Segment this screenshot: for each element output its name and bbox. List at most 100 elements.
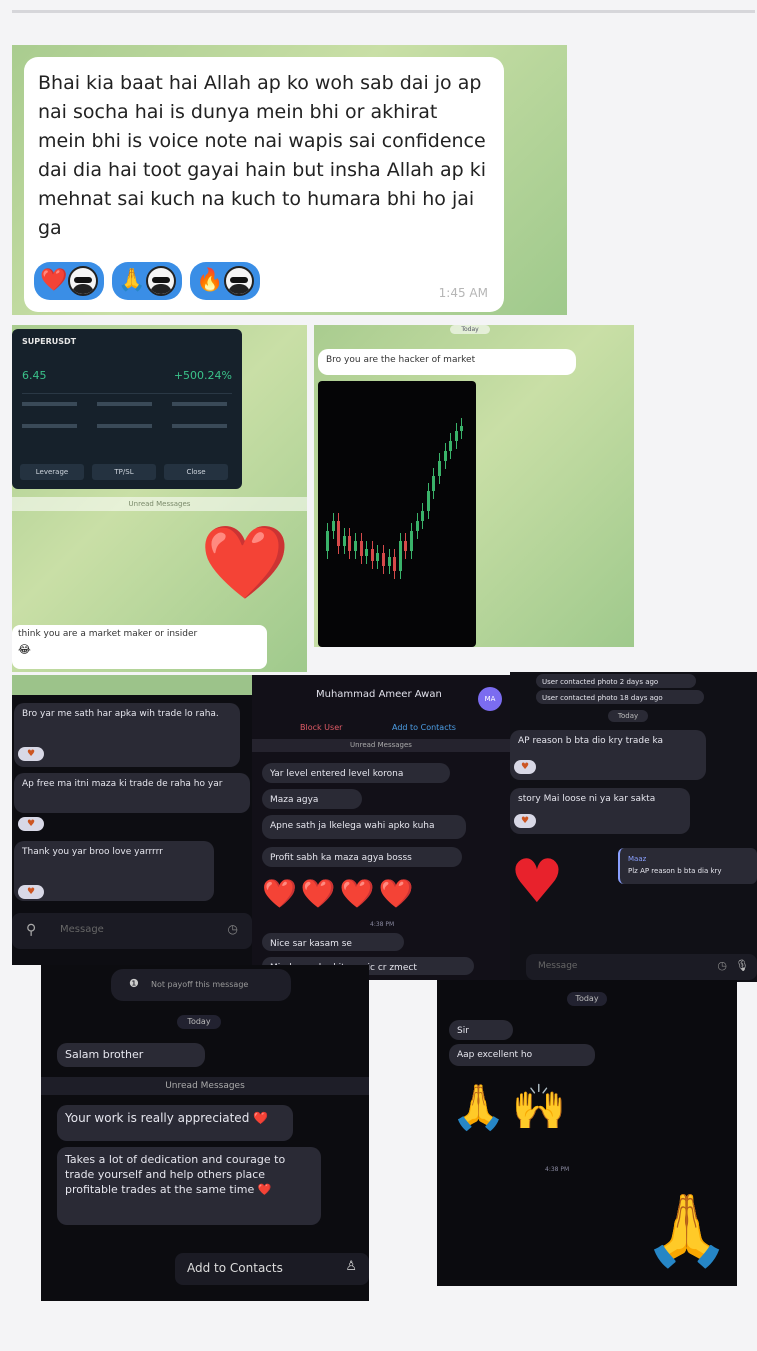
sir-bubble[interactable]: Sir (449, 1020, 513, 1040)
clock-icon[interactable]: ◷ (717, 959, 727, 972)
raised-hands-icon: 🙌 (511, 1082, 567, 1133)
candle-body (382, 553, 385, 566)
right-react-1[interactable]: ♥ (514, 760, 536, 774)
appreciated-text: Your work is really appreciated ❤️ (65, 1111, 269, 1125)
attach-icon[interactable]: ⚲ (26, 922, 36, 938)
close-button[interactable]: Close (164, 464, 228, 480)
clock-icon[interactable]: ◷ (228, 922, 238, 936)
left-input-bar[interactable]: ⚲ Message ◷ (12, 913, 252, 949)
right-header-1-text: User contacted photo 2 days ago (542, 678, 659, 686)
block-user-button[interactable]: Block User (300, 723, 342, 732)
reaction-fire[interactable]: 🔥 (190, 262, 260, 300)
right-header-2-text: User contacted photo 18 days ago (542, 694, 663, 702)
candle-series (318, 381, 476, 647)
left-message-2-text: Ap free ma itni maza ki trade de raha ho… (22, 779, 223, 789)
trade-card[interactable]: SUPERUSDT 6.45 +500.24% Leverage TP/SL C… (12, 329, 242, 489)
top-chat-panel: Bhai kia baat hai Allah ap ko woh sab da… (12, 45, 567, 315)
leverage-button[interactable]: Leverage (20, 464, 84, 480)
candle-body (348, 536, 352, 551)
dedication-text: Takes a lot of dedication and courage to… (65, 1153, 286, 1196)
top-message-bubble[interactable]: Bhai kia baat hai Allah ap ko woh sab da… (24, 57, 504, 312)
center-message-1-text: Yar level entered level korona (270, 769, 404, 779)
center-message-5[interactable]: Nice sar kasam se (262, 933, 404, 951)
center-message-3[interactable]: Apne sath ja lkelega wahi apko kuha (262, 815, 466, 839)
contact-avatar[interactable]: MA (478, 687, 502, 711)
heart-icon: ❤️ (300, 877, 336, 910)
trade-pnl: +500.24% (173, 369, 232, 382)
left-message-3[interactable]: Thank you yar broo love yarrrrr (14, 841, 214, 901)
hearts-time: 4:38 PM (370, 921, 395, 928)
bl-today-pill: Today (177, 1015, 221, 1029)
center-message-4[interactable]: Profit sabh ka maza agya bosss (262, 847, 462, 867)
candle-body (342, 536, 346, 546)
candle-body (426, 491, 430, 511)
contact-name: Muhammad Ameer Awan (316, 689, 442, 700)
right-message-2[interactable]: story Mai loose ni ya kar sakta (510, 788, 690, 834)
insider-message-text: think you are a market maker or insider (18, 629, 198, 639)
candle-body (454, 431, 458, 441)
add-contact-bar[interactable]: Add to Contacts ♙ (175, 1253, 369, 1285)
reply-text: Plz AP reason b bta dia kry (628, 867, 722, 875)
candle-body (393, 557, 397, 571)
notice-pill: ❶ Not payoff this message (111, 969, 291, 1001)
candle-body (421, 511, 425, 521)
center-message-1[interactable]: Yar level entered level korona (262, 763, 450, 783)
salam-bubble[interactable]: Salam brother (57, 1043, 205, 1067)
dark-bottom-left-panel: ❶ Not payoff this message Today Salam br… (41, 965, 369, 1301)
right-message-2-text: story Mai loose ni ya kar sakta (518, 794, 656, 804)
appreciated-bubble[interactable]: Your work is really appreciated ❤️ (57, 1105, 293, 1141)
left-top-strip (12, 675, 252, 695)
left-message-2[interactable]: Ap free ma itni maza ki trade de raha ho… (14, 773, 250, 813)
heart-icon: ❤️ (262, 877, 297, 910)
right-message-1[interactable]: AP reason b bta dio kry trade ka (510, 730, 706, 780)
excellent-bubble[interactable]: Aap excellent ho (449, 1044, 595, 1066)
salam-text: Salam brother (65, 1048, 144, 1061)
left-react-1[interactable]: ♥ (18, 747, 44, 761)
left-message-input[interactable]: Message (60, 924, 104, 935)
today-pill: Today (450, 325, 490, 334)
right-input-bar[interactable]: Message ◷ 🎙 (526, 954, 757, 980)
center-message-3-text: Apne sath ja lkelega wahi apko kuha (270, 821, 435, 831)
candle-body (326, 531, 329, 551)
dark-bottom-right-panel: Today Sir Aap excellent ho 🙏 🙌 4:38 PM 🙏 (437, 980, 737, 1286)
br-time: 4:38 PM (545, 1166, 570, 1173)
tpsl-button[interactable]: TP/SL (92, 464, 156, 480)
candle-body (410, 531, 413, 551)
reaction-pray[interactable]: 🙏 (112, 262, 182, 300)
reply-bubble[interactable]: Maaz Plz AP reason b bta dia kry (618, 848, 757, 884)
mic-icon[interactable]: 🎙 (735, 959, 749, 972)
heart-icon: ❤️ (339, 877, 375, 910)
insider-message-bubble[interactable]: think you are a market maker or insider … (12, 625, 267, 669)
green-right-panel: Today Bro you are the hacker of market (314, 325, 634, 647)
left-react-3[interactable]: ♥ (18, 885, 44, 899)
fire-icon: 🔥 (196, 268, 224, 293)
heart-icon: ❤️ (40, 268, 68, 293)
dark-left-panel: Bro yar me sath har apka wih trade lo ra… (12, 675, 252, 965)
add-to-contacts-button[interactable]: Add to Contacts (392, 723, 456, 732)
dedication-bubble[interactable]: Takes a lot of dedication and courage to… (57, 1147, 321, 1225)
person-icon[interactable]: ♙ (345, 1259, 357, 1274)
hacker-message-bubble[interactable]: Bro you are the hacker of market (318, 349, 576, 375)
left-message-3-text: Thank you yar broo love yarrrrr (22, 847, 163, 857)
candle-body (432, 476, 436, 491)
trade-stats (22, 393, 232, 443)
br-today-pill: Today (567, 992, 607, 1006)
center-message-2-text: Maza agya (270, 795, 319, 805)
candle-body (331, 521, 335, 531)
left-message-1[interactable]: Bro yar me sath har apka wih trade lo ra… (14, 703, 240, 767)
candle-body (337, 521, 341, 546)
avatar (68, 266, 98, 296)
right-header-2: User contacted photo 18 days ago (536, 690, 704, 704)
center-message-2[interactable]: Maza agya (262, 789, 362, 809)
candle-body (438, 461, 441, 476)
avatar (146, 266, 176, 296)
dark-right-panel: User contacted photo 2 days ago User con… (510, 672, 757, 982)
right-today-pill: Today (608, 710, 648, 722)
left-react-2[interactable]: ♥ (18, 817, 44, 831)
right-react-2[interactable]: ♥ (514, 814, 536, 828)
heart-icon: ❤️ (378, 877, 414, 910)
reaction-heart[interactable]: ❤️ (34, 262, 104, 300)
right-message-input[interactable]: Message (538, 961, 577, 971)
unread-divider: Unread Messages (12, 497, 307, 511)
top-message-reactions: ❤️ 🙏 🔥 (34, 262, 268, 300)
